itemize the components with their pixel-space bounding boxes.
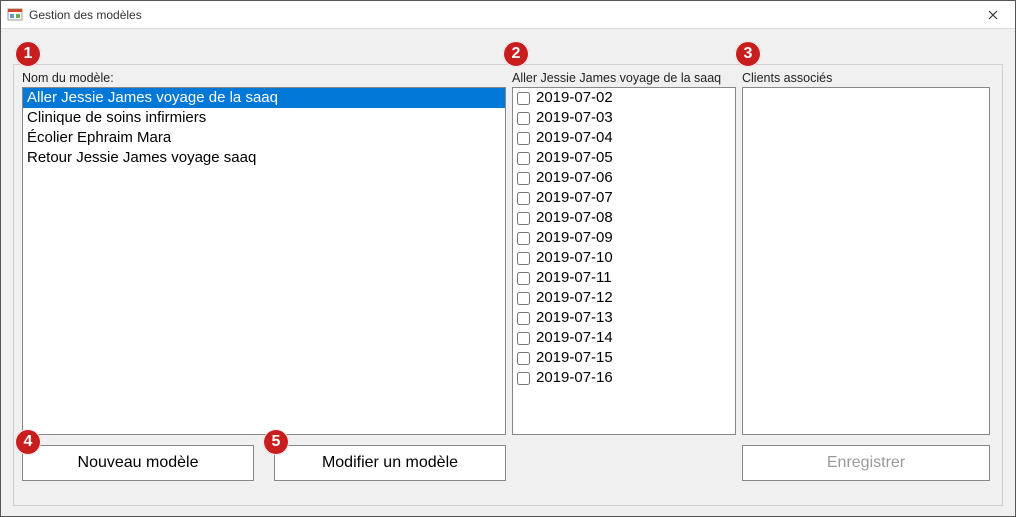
date-check-item[interactable]: 2019-07-09	[513, 228, 735, 248]
date-check-item[interactable]: 2019-07-05	[513, 148, 735, 168]
app-icon	[7, 7, 23, 23]
annotation-badge-5: 5	[263, 429, 289, 455]
date-label: 2019-07-12	[536, 288, 613, 308]
button-label: Enregistrer	[827, 454, 905, 472]
date-checkbox[interactable]	[517, 212, 530, 225]
date-checkbox[interactable]	[517, 192, 530, 205]
titlebar: Gestion des modèles	[1, 1, 1015, 29]
model-list-item[interactable]: Écolier Ephraim Mara	[23, 128, 505, 148]
label-model-name: Nom du modèle:	[22, 71, 114, 85]
client-area: Nom du modèle: Aller Jessie James voyage…	[13, 39, 1003, 506]
date-checkbox[interactable]	[517, 272, 530, 285]
date-label: 2019-07-13	[536, 308, 613, 328]
clients-listbox[interactable]	[742, 87, 990, 435]
edit-model-button[interactable]: Modifier un modèle	[274, 445, 506, 481]
date-check-item[interactable]: 2019-07-04	[513, 128, 735, 148]
date-checkbox[interactable]	[517, 92, 530, 105]
date-checkbox[interactable]	[517, 292, 530, 305]
date-label: 2019-07-03	[536, 108, 613, 128]
date-label: 2019-07-02	[536, 88, 613, 108]
label-dates-header: Aller Jessie James voyage de la saaq	[512, 71, 721, 85]
button-label: Modifier un modèle	[322, 454, 458, 472]
date-checkbox[interactable]	[517, 352, 530, 365]
date-checkbox[interactable]	[517, 332, 530, 345]
date-check-item[interactable]: 2019-07-03	[513, 108, 735, 128]
date-checkbox[interactable]	[517, 372, 530, 385]
annotation-badge-2: 2	[503, 41, 529, 67]
date-check-item[interactable]: 2019-07-08	[513, 208, 735, 228]
date-label: 2019-07-06	[536, 168, 613, 188]
date-label: 2019-07-05	[536, 148, 613, 168]
date-check-item[interactable]: 2019-07-11	[513, 268, 735, 288]
annotation-badge-1: 1	[15, 41, 41, 67]
date-check-item[interactable]: 2019-07-06	[513, 168, 735, 188]
model-list-item[interactable]: Clinique de soins infirmiers	[23, 108, 505, 128]
annotation-badge-4: 4	[15, 429, 41, 455]
date-checkbox[interactable]	[517, 112, 530, 125]
date-label: 2019-07-11	[536, 268, 612, 288]
group-box: Nom du modèle: Aller Jessie James voyage…	[13, 64, 1003, 506]
date-checkbox[interactable]	[517, 312, 530, 325]
date-check-item[interactable]: 2019-07-12	[513, 288, 735, 308]
close-button[interactable]	[970, 1, 1015, 28]
date-label: 2019-07-04	[536, 128, 613, 148]
annotation-badge-3: 3	[735, 41, 761, 67]
date-label: 2019-07-14	[536, 328, 613, 348]
window-frame: Gestion des modèles Nom du modèle: Aller…	[0, 0, 1016, 517]
date-check-item[interactable]: 2019-07-02	[513, 88, 735, 108]
button-label: Nouveau modèle	[78, 454, 199, 472]
date-checkbox[interactable]	[517, 252, 530, 265]
date-check-item[interactable]: 2019-07-14	[513, 328, 735, 348]
date-checkbox[interactable]	[517, 172, 530, 185]
window-title: Gestion des modèles	[29, 8, 970, 22]
dates-checklist[interactable]: 2019-07-022019-07-032019-07-042019-07-05…	[512, 87, 736, 435]
save-button[interactable]: Enregistrer	[742, 445, 990, 481]
date-label: 2019-07-09	[536, 228, 613, 248]
date-check-item[interactable]: 2019-07-16	[513, 368, 735, 388]
model-list-item[interactable]: Retour Jessie James voyage saaq	[23, 148, 505, 168]
model-list-item[interactable]: Aller Jessie James voyage de la saaq	[23, 88, 505, 108]
date-check-item[interactable]: 2019-07-10	[513, 248, 735, 268]
date-checkbox[interactable]	[517, 132, 530, 145]
date-checkbox[interactable]	[517, 152, 530, 165]
date-label: 2019-07-16	[536, 368, 613, 388]
date-check-item[interactable]: 2019-07-07	[513, 188, 735, 208]
date-label: 2019-07-08	[536, 208, 613, 228]
date-check-item[interactable]: 2019-07-15	[513, 348, 735, 368]
date-label: 2019-07-15	[536, 348, 613, 368]
date-label: 2019-07-10	[536, 248, 613, 268]
label-clients-header: Clients associés	[742, 71, 832, 85]
date-label: 2019-07-07	[536, 188, 613, 208]
date-check-item[interactable]: 2019-07-13	[513, 308, 735, 328]
new-model-button[interactable]: Nouveau modèle	[22, 445, 254, 481]
models-listbox[interactable]: Aller Jessie James voyage de la saaqClin…	[22, 87, 506, 435]
date-checkbox[interactable]	[517, 232, 530, 245]
